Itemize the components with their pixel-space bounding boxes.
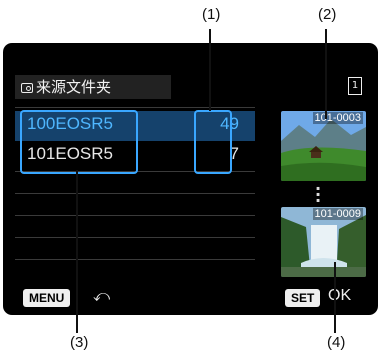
header-bar: 来源文件夹 [15, 75, 171, 99]
list-divider [15, 237, 255, 238]
list-divider [15, 193, 255, 194]
camera-screen: 来源文件夹 1 100EOSR5 49 101EOSR5 7 101-0003 … [3, 43, 378, 315]
more-images-dots-icon: · · · [314, 179, 322, 210]
callout-2: (2) [318, 6, 337, 23]
list-divider [15, 259, 255, 260]
last-image-thumbnail: 101-0009 [281, 207, 366, 277]
callout-3-line [76, 170, 78, 333]
menu-button[interactable]: MENU [23, 289, 71, 307]
ok-label: OK [328, 287, 352, 304]
folder-image-icon [21, 83, 33, 93]
callout-4: (4) [327, 334, 346, 351]
memory-card-icon: 1 [348, 77, 362, 95]
set-label: SET [291, 291, 315, 305]
folder-name-highlight [20, 110, 138, 174]
callout-1: (1) [202, 6, 221, 23]
thumbnail-label: 101-0009 [312, 208, 363, 220]
list-divider [15, 107, 255, 108]
callout-4-line [334, 262, 336, 333]
set-button[interactable]: SET [285, 289, 321, 307]
callout-2-line [325, 29, 327, 119]
thumbnail-label: 101-0003 [312, 112, 363, 124]
header-title: 来源文件夹 [36, 78, 112, 96]
list-divider [15, 215, 255, 216]
count-highlight [194, 110, 232, 174]
first-image-thumbnail: 101-0003 [281, 111, 366, 181]
return-arrow-icon: ⤺ [93, 286, 111, 305]
callout-3: (3) [70, 334, 89, 351]
callout-1-line [209, 29, 211, 111]
menu-label: MENU [29, 291, 65, 305]
